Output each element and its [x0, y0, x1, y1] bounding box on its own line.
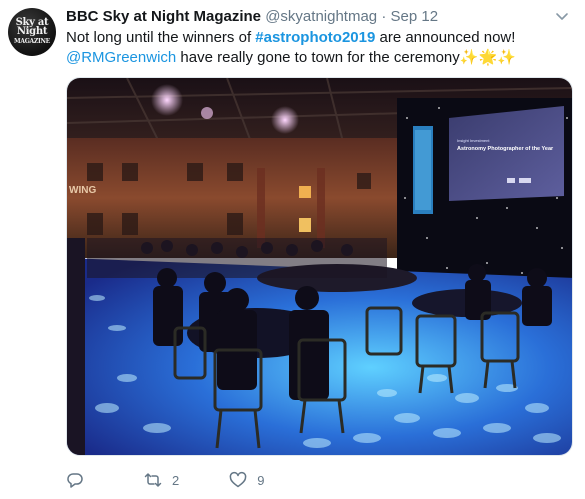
author-avatar[interactable]: Sky at Night MAGAZINE	[8, 8, 56, 56]
avatar-logo-title: Sky at Night	[15, 17, 49, 37]
tweet-text: Not long until the winners of #astrophot…	[66, 28, 576, 68]
tweet-header: BBC Sky at Night Magazine @skyatnightmag…	[66, 8, 438, 26]
retweet-count: 2	[172, 472, 180, 488]
screen-small-text: Insight Investment	[457, 138, 490, 143]
mention-link[interactable]: @RMGreenwich	[66, 49, 176, 66]
like-count: 9	[257, 472, 265, 488]
chevron-down-icon[interactable]	[554, 8, 570, 24]
screen-title-text: Astronomy Photographer of the Year	[457, 146, 554, 152]
separator-dot: ·	[381, 8, 387, 25]
avatar-logo-sub: MAGAZINE	[14, 38, 50, 45]
retweet-icon	[144, 473, 162, 487]
tweet-text-line2: have really gone to town for the ceremon…	[176, 49, 460, 66]
hashtag-link[interactable]: #astrophoto2019	[255, 29, 375, 46]
wall-text: WING	[69, 185, 96, 196]
event-photo: WING Insight Investment Astronomy Photog…	[67, 78, 572, 455]
tweet-date[interactable]: Sep 12	[391, 8, 439, 25]
tweet-text-post: are announced now!	[375, 29, 516, 46]
heart-icon	[229, 471, 247, 488]
avatar-logo-text: Sky at Night MAGAZINE	[8, 18, 56, 46]
tweet-text-pre: Not long until the winners of	[66, 29, 256, 46]
retweet-button[interactable]: 2	[144, 471, 179, 489]
author-handle[interactable]: @skyatnightmag	[265, 8, 377, 25]
reply-icon	[67, 473, 83, 488]
tweet-photo[interactable]: WING Insight Investment Astronomy Photog…	[66, 77, 573, 456]
tweet-actions: 2 9	[66, 470, 314, 490]
like-button[interactable]: 9	[229, 471, 264, 489]
sparkles-emoji: ✨🌟✨	[459, 49, 516, 66]
author-name[interactable]: BBC Sky at Night Magazine	[66, 8, 261, 25]
tweet: Sky at Night MAGAZINE BBC Sky at Night M…	[0, 0, 585, 499]
reply-button[interactable]	[66, 471, 94, 489]
